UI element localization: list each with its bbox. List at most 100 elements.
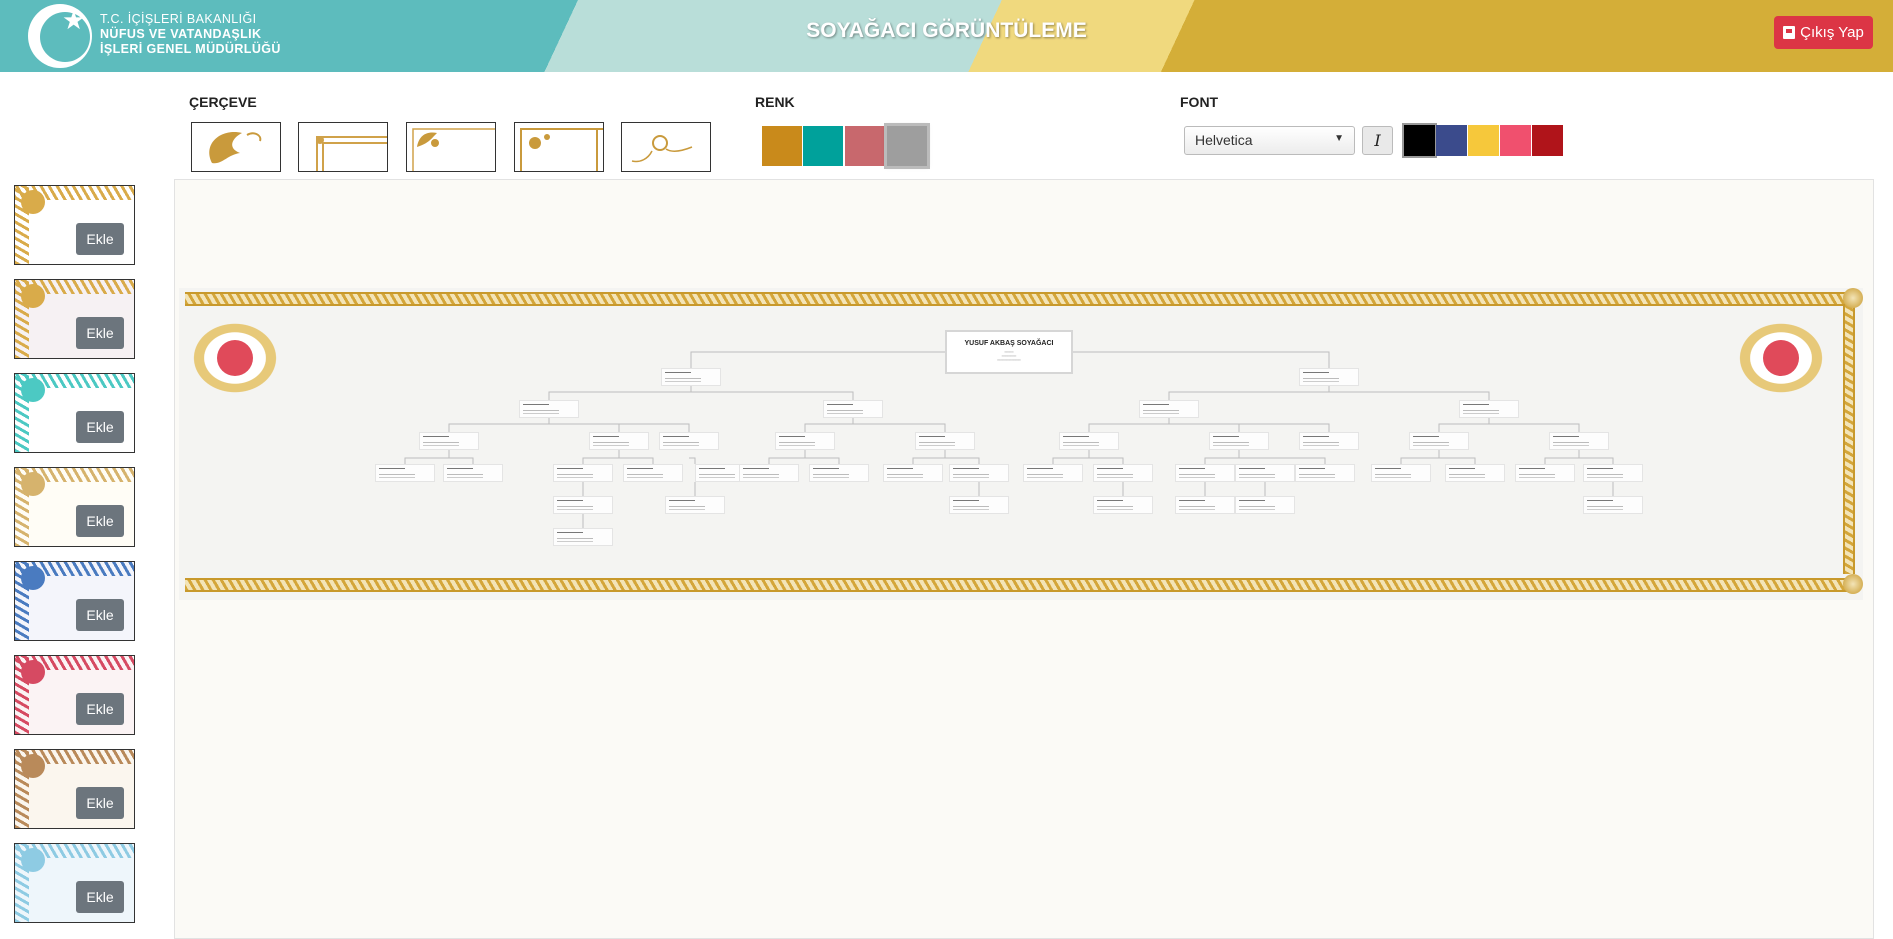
color-section-label: RENK bbox=[755, 94, 795, 110]
seal-icon bbox=[21, 848, 45, 872]
tree-node-card bbox=[443, 464, 503, 482]
seal-icon bbox=[21, 660, 45, 684]
tree-node-card bbox=[1583, 496, 1643, 514]
frame-option-4[interactable] bbox=[514, 122, 604, 172]
tree-node-card bbox=[375, 464, 435, 482]
tree-node-card bbox=[1583, 464, 1643, 482]
add-template-button[interactable]: Ekle bbox=[76, 787, 124, 819]
save-icon bbox=[1783, 26, 1796, 39]
family-tree-frame: YUSUF AKBAŞ SOYAĞACI ━━━━━ ━━━━━━━━ ━━━━━━… bbox=[179, 288, 1863, 600]
font-color-swatch-2[interactable] bbox=[1436, 125, 1467, 156]
seal-icon bbox=[21, 378, 45, 402]
tree-node-card bbox=[739, 464, 799, 482]
frame-option-2[interactable] bbox=[298, 122, 388, 172]
tree-node-card bbox=[775, 432, 835, 450]
tree-node-card bbox=[519, 400, 579, 418]
add-template-button[interactable]: Ekle bbox=[76, 223, 124, 255]
add-template-button[interactable]: Ekle bbox=[76, 505, 124, 537]
tree-node-card bbox=[1059, 432, 1119, 450]
add-template-button[interactable]: Ekle bbox=[76, 411, 124, 443]
italic-button[interactable]: I bbox=[1362, 126, 1393, 155]
frame-option-5[interactable] bbox=[621, 122, 711, 172]
color-swatch-4[interactable] bbox=[884, 123, 930, 169]
add-template-button[interactable]: Ekle bbox=[76, 317, 124, 349]
tree-node-card bbox=[1209, 432, 1269, 450]
template-thumb-1[interactable]: Ekle bbox=[14, 185, 135, 265]
template-thumb-5[interactable]: Ekle bbox=[14, 561, 135, 641]
tree-node-card bbox=[949, 496, 1009, 514]
tree-node-card bbox=[1299, 368, 1359, 386]
tree-node-card bbox=[1459, 400, 1519, 418]
rose-icon bbox=[631, 135, 693, 163]
tree-node-card bbox=[1235, 496, 1295, 514]
tree-node-card bbox=[665, 496, 725, 514]
ornament-icon bbox=[412, 128, 495, 171]
tree-node-card bbox=[1023, 464, 1083, 482]
tree-node-card bbox=[1299, 432, 1359, 450]
seal-icon bbox=[21, 566, 45, 590]
tree-node-card bbox=[883, 464, 943, 482]
template-thumb-6[interactable]: Ekle bbox=[14, 655, 135, 735]
font-section-label: FONT bbox=[1180, 94, 1219, 110]
seal-icon bbox=[21, 472, 45, 496]
chevron-down-icon: ▼ bbox=[1334, 133, 1344, 144]
tree-node-card bbox=[661, 368, 721, 386]
app-header: ★ T.C. İÇİŞLERİ BAKANLIĞI NÜFUS VE VATAN… bbox=[0, 0, 1893, 72]
tree-node-card bbox=[1549, 432, 1609, 450]
add-template-button[interactable]: Ekle bbox=[76, 599, 124, 631]
add-template-button[interactable]: Ekle bbox=[76, 881, 124, 913]
tree-node-card bbox=[1175, 464, 1235, 482]
ornament-icon bbox=[209, 132, 262, 164]
tree-node-card bbox=[1139, 400, 1199, 418]
seal-icon bbox=[21, 754, 45, 778]
page-title: SOYAĞACI GÖRÜNTÜLEME bbox=[806, 19, 1087, 42]
tree-node-card bbox=[553, 464, 613, 482]
template-thumb-2[interactable]: Ekle bbox=[14, 279, 135, 359]
template-thumb-7[interactable]: Ekle bbox=[14, 749, 135, 829]
font-select[interactable]: Helvetica ▼ bbox=[1184, 126, 1355, 155]
frame-option-1[interactable] bbox=[191, 122, 281, 172]
font-select-value: Helvetica bbox=[1195, 132, 1253, 148]
seal-icon bbox=[21, 190, 45, 214]
tree-node-card bbox=[1295, 464, 1355, 482]
tree-node-card bbox=[589, 432, 649, 450]
tree-node-card bbox=[1175, 496, 1235, 514]
tree-node-card bbox=[1409, 432, 1469, 450]
tree-node-card bbox=[915, 432, 975, 450]
tree-node-card bbox=[1093, 464, 1153, 482]
font-color-swatch-3[interactable] bbox=[1468, 125, 1499, 156]
color-swatch-1[interactable] bbox=[762, 126, 802, 166]
tree-node-card bbox=[553, 496, 613, 514]
color-swatch-3[interactable] bbox=[845, 126, 885, 166]
tree-node-card bbox=[1235, 464, 1295, 482]
frame-section-label: ÇERÇEVE bbox=[189, 94, 257, 110]
tree-node-card bbox=[419, 432, 479, 450]
add-template-button[interactable]: Ekle bbox=[76, 693, 124, 725]
frame-option-3[interactable] bbox=[406, 122, 496, 172]
tree-node-card bbox=[823, 400, 883, 418]
org-line-3: İŞLERİ GENEL MÜDÜRLÜĞÜ bbox=[100, 42, 281, 56]
ornament-icon bbox=[520, 128, 603, 171]
logout-label: Çıkış Yap bbox=[1800, 24, 1864, 41]
tree-node-card bbox=[1371, 464, 1431, 482]
font-color-swatch-1[interactable] bbox=[1402, 123, 1437, 158]
template-thumb-4[interactable]: Ekle bbox=[14, 467, 135, 547]
tree-node-card bbox=[659, 432, 719, 450]
logout-button[interactable]: Çıkış Yap bbox=[1774, 16, 1873, 49]
tree-root-card: YUSUF AKBAŞ SOYAĞACI ━━━━━ ━━━━━━━━ ━━━━━━… bbox=[945, 330, 1073, 374]
template-thumb-3[interactable]: Ekle bbox=[14, 373, 135, 453]
tree-node-card bbox=[1515, 464, 1575, 482]
tree-node-card bbox=[1445, 464, 1505, 482]
tree-title: YUSUF AKBAŞ SOYAĞACI bbox=[964, 340, 1054, 347]
preview-canvas: YUSUF AKBAŞ SOYAĞACI ━━━━━ ━━━━━━━━ ━━━━━━… bbox=[174, 179, 1874, 939]
font-color-swatch-4[interactable] bbox=[1500, 125, 1531, 156]
template-thumb-8[interactable]: Ekle bbox=[14, 843, 135, 923]
color-swatch-2[interactable] bbox=[803, 126, 843, 166]
tree-node-card bbox=[623, 464, 683, 482]
seal-icon bbox=[21, 284, 45, 308]
tree-subtitle-lines: ━━━━━ ━━━━━━━━ ━━━━━━━━━━━━━ bbox=[997, 350, 1021, 362]
font-color-swatch-5[interactable] bbox=[1532, 125, 1563, 156]
tree-node-card bbox=[809, 464, 869, 482]
border-icon bbox=[316, 136, 387, 171]
tree-node-card bbox=[553, 528, 613, 546]
